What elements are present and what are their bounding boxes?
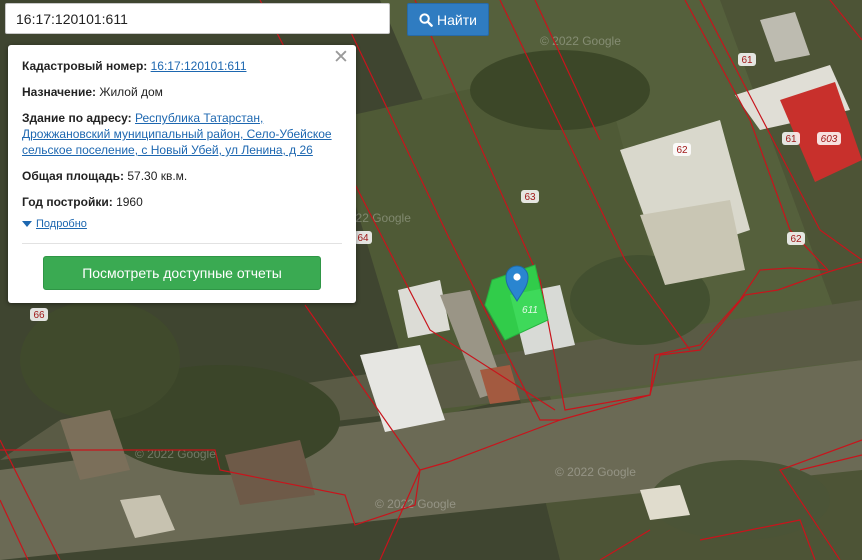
year-value: 1960 xyxy=(116,195,143,209)
search-button[interactable]: Найти xyxy=(407,3,489,36)
area-row: Общая площадь: 57.30 кв.м. xyxy=(22,168,342,184)
svg-text:64: 64 xyxy=(357,233,369,244)
details-toggle[interactable]: Подробно xyxy=(22,218,342,230)
area-value: 57.30 кв.м. xyxy=(127,169,188,183)
parcel-label[interactable]: 62 xyxy=(673,143,691,156)
parcel-label[interactable]: 64 xyxy=(354,231,372,244)
address-row: Здание по адресу: Республика Татарстан, … xyxy=(22,110,342,158)
parcel-label[interactable]: 62 xyxy=(787,232,805,245)
parcel-label[interactable]: 61 xyxy=(782,132,800,145)
view-reports-button[interactable]: Посмотреть доступные отчеты xyxy=(43,256,321,290)
parcel-label-selected: 611 xyxy=(522,305,538,316)
divider xyxy=(22,243,342,244)
svg-text:63: 63 xyxy=(524,192,536,203)
svg-text:62: 62 xyxy=(790,234,802,245)
cadastral-number-link[interactable]: 16:17:120101:611 xyxy=(151,59,247,73)
triangle-down-icon xyxy=(22,221,32,227)
svg-text:603: 603 xyxy=(821,134,838,145)
svg-text:62: 62 xyxy=(676,145,688,156)
close-icon[interactable]: ✕ xyxy=(332,48,350,67)
year-label: Год постройки: xyxy=(22,195,113,209)
purpose-value: Жилой дом xyxy=(99,85,163,99)
details-link[interactable]: Подробно xyxy=(36,218,87,230)
cadastral-label: Кадастровый номер: xyxy=(22,59,148,73)
parcel-label[interactable]: 63 xyxy=(521,190,539,203)
info-popup: ✕ Кадастровый номер: 16:17:120101:611 На… xyxy=(8,45,356,303)
purpose-label: Назначение: xyxy=(22,85,97,99)
svg-text:61: 61 xyxy=(785,134,797,145)
svg-text:61: 61 xyxy=(741,55,753,66)
search-button-label: Найти xyxy=(437,11,477,28)
cadastral-row: Кадастровый номер: 16:17:120101:611 xyxy=(22,58,342,74)
search-icon xyxy=(419,12,433,27)
svg-text:66: 66 xyxy=(33,310,45,321)
purpose-row: Назначение: Жилой дом xyxy=(22,84,342,100)
search-bar: Найти xyxy=(5,3,489,36)
area-label: Общая площадь: xyxy=(22,169,125,183)
search-input[interactable] xyxy=(5,3,390,34)
parcel-label[interactable]: 61 xyxy=(738,53,756,66)
address-label: Здание по адресу: xyxy=(22,111,132,125)
parcel-label[interactable]: 66 xyxy=(30,308,48,321)
watermark: © 2022 Google xyxy=(135,447,216,461)
watermark: © 2022 Google xyxy=(555,465,636,479)
year-row: Год постройки: 1960 xyxy=(22,194,342,210)
parcel-label[interactable]: 603 xyxy=(817,132,841,145)
